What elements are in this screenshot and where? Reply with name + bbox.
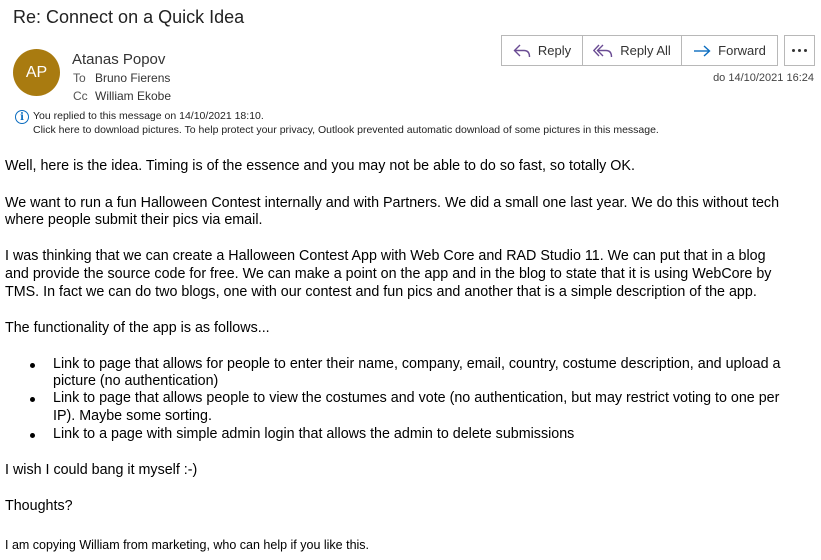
body-paragraph: We want to run a fun Halloween Contest i… [5, 195, 780, 211]
avatar[interactable]: AP [13, 49, 60, 96]
more-actions-button[interactable] [784, 35, 815, 66]
bullet-icon [30, 397, 35, 402]
reply-all-icon [593, 44, 613, 57]
info-icon: i [15, 110, 29, 124]
forward-label: Forward [718, 43, 766, 58]
ellipsis-icon [792, 49, 795, 52]
forward-icon [694, 44, 711, 57]
bullet-icon [30, 433, 35, 438]
email-subject: Re: Connect on a Quick Idea [13, 7, 245, 27]
list-item: Link to page that allows people to view … [53, 390, 780, 406]
body-paragraph: I wish I could bang it myself :-) [5, 462, 198, 478]
sender-name[interactable]: Atanas Popov [72, 51, 165, 68]
cc-recipient[interactable]: William Ekobe [95, 89, 171, 103]
forward-button[interactable]: Forward [682, 36, 777, 65]
to-label: To [73, 71, 86, 85]
body-paragraph: I am copying William from marketing, who… [5, 538, 370, 552]
reply-label: Reply [537, 43, 572, 58]
list-item: Link to page that allows for people to e… [53, 356, 781, 372]
download-pictures-notice[interactable]: Click here to download pictures. To help… [33, 124, 659, 136]
reply-all-button[interactable]: Reply All [583, 36, 682, 65]
to-recipient[interactable]: Bruno Fierens [95, 71, 170, 85]
cc-label: Cc [73, 89, 88, 103]
list-item: Link to a page with simple admin login t… [53, 426, 575, 442]
body-paragraph: Thoughts? [5, 498, 73, 514]
reply-actions-bar: Reply Reply All Forward [501, 35, 778, 66]
replied-notice: You replied to this message on 14/10/202… [33, 110, 264, 122]
sent-date: do 14/10/2021 16:24 [713, 72, 814, 84]
list-item: IP). Maybe some sorting. [53, 408, 212, 424]
reply-button[interactable]: Reply [502, 36, 583, 65]
bullet-icon [30, 363, 35, 368]
body-paragraph: Well, here is the idea. Timing is of the… [5, 158, 635, 174]
body-paragraph: I was thinking that we can create a Hall… [5, 248, 766, 264]
cc-line: Cc William Ekobe [73, 89, 171, 103]
body-paragraph: and provide the source code for free. We… [5, 266, 772, 282]
list-item: picture (no authentication) [53, 373, 219, 389]
reply-icon [513, 44, 531, 57]
body-paragraph: TMS. In fact we can do two blogs, one wi… [5, 284, 757, 300]
reply-all-label: Reply All [620, 43, 671, 58]
body-paragraph: where people submit their pics via email… [5, 212, 263, 228]
to-line: To Bruno Fierens [73, 71, 170, 85]
body-paragraph: The functionality of the app is as follo… [5, 320, 270, 336]
